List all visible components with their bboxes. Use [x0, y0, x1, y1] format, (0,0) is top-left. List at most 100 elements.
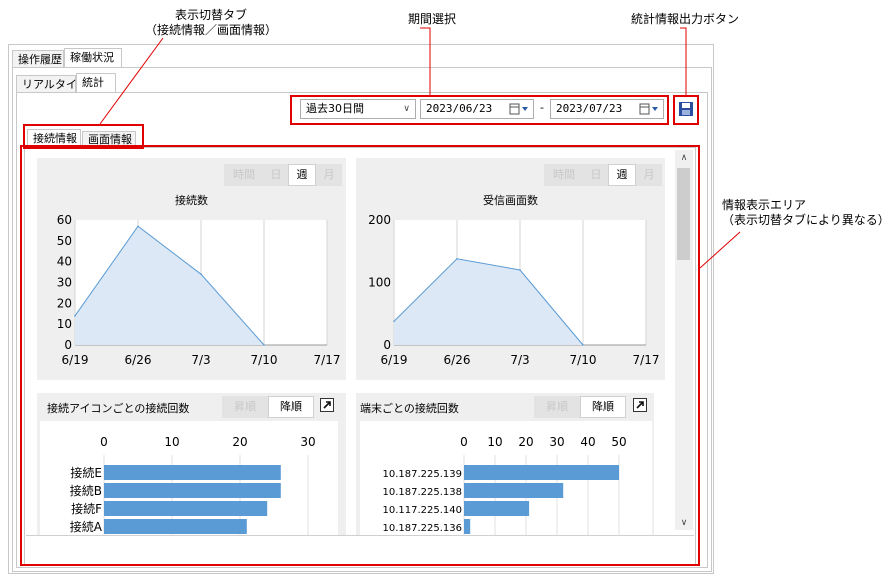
x-tick-label: 7/3 — [191, 353, 210, 367]
y-tick-label: 30 — [57, 276, 72, 290]
scrollbar-thumb[interactable] — [677, 168, 690, 260]
segment-month[interactable]: 月 — [636, 164, 662, 186]
x-tick-label: 40 — [580, 435, 595, 449]
category-label: 接続A — [70, 519, 103, 534]
bar — [104, 465, 281, 480]
data-point — [200, 273, 202, 275]
segment-week[interactable]: 週 — [608, 164, 636, 186]
floppy-disk-icon — [679, 102, 693, 116]
x-tick-label: 6/19 — [381, 353, 408, 367]
segment-week[interactable]: 週 — [288, 164, 316, 186]
x-tick-label: 7/10 — [251, 353, 278, 367]
callout-tab-switch: 表示切替タブ （接続情報／画面情報） — [141, 8, 281, 38]
line-chart-received-screens: 6/19 6/26 7/3 7/10 7/17 0 100 200 — [368, 213, 660, 367]
data-point — [263, 344, 265, 346]
x-tick-label: 30 — [300, 435, 315, 449]
date-to-value: 2023/07/23 — [556, 102, 623, 115]
tab-statistics[interactable]: 統計 — [76, 73, 116, 93]
bar — [104, 501, 268, 516]
x-tick-label: 0 — [460, 435, 468, 449]
x-tick-label: 50 — [611, 435, 626, 449]
calendar-icon[interactable] — [639, 103, 659, 121]
date-from-field[interactable]: 2023/06/23 — [420, 99, 534, 119]
x-tick-label: 10 — [164, 435, 179, 449]
segment-day[interactable]: 日 — [264, 164, 288, 186]
x-tick-label: 10 — [487, 435, 502, 449]
x-tick-label: 6/19 — [62, 353, 89, 367]
y-tick-label: 50 — [57, 234, 72, 248]
x-tick-label: 7/3 — [510, 353, 529, 367]
y-tick-label: 60 — [57, 213, 72, 227]
bar — [464, 483, 564, 498]
chevron-down-icon: ∨ — [403, 104, 410, 114]
callout-stats-output: 統計情報出力ボタン — [630, 12, 739, 26]
category-label: 10.187.225.136 — [382, 523, 462, 534]
y-tick-label: 0 — [383, 338, 391, 352]
callout-tab-switch-line2: （接続情報／画面情報） — [144, 23, 277, 37]
period-select-value: 過去30日間 — [306, 102, 364, 115]
x-tick-label: 0 — [100, 435, 108, 449]
popout-arrow-icon[interactable] — [633, 398, 647, 412]
line-chart-connections: 6/19 6/26 7/3 7/10 7/17 0 10 20 30 40 50 60 — [57, 213, 341, 367]
segment-month[interactable]: 月 — [316, 164, 342, 186]
x-tick-label: 20 — [232, 435, 247, 449]
category-label: 接続F — [71, 501, 102, 516]
x-tick-label: 20 — [518, 435, 533, 449]
segment-hour[interactable]: 時間 — [224, 164, 264, 186]
tab-realtime[interactable]: リアルタイム — [16, 75, 88, 93]
callout-tab-switch-line1: 表示切替タブ — [174, 8, 247, 22]
bar — [104, 519, 247, 534]
x-tick-label: 7/17 — [633, 353, 660, 367]
date-range-dash: - — [540, 101, 544, 114]
segment-ascending[interactable]: 昇順 — [534, 396, 580, 418]
date-from-value: 2023/06/23 — [426, 102, 493, 115]
vertical-scrollbar[interactable]: ∧ ∨ — [675, 150, 693, 530]
x-tick-label: 6/26 — [125, 353, 152, 367]
category-label: 10.117.225.140 — [382, 505, 462, 516]
segment-descending[interactable]: 降順 — [268, 396, 314, 418]
tab-screen-info[interactable]: 画面情報 — [82, 131, 136, 147]
tab-connection-info[interactable]: 接続情報 — [27, 129, 81, 147]
bar — [104, 483, 281, 498]
bar-chart-icon-connections: 0 10 20 30 接続E 接続B 接続F 接続A — [70, 435, 316, 535]
y-tick-label: 40 — [57, 255, 72, 269]
data-point — [519, 269, 521, 271]
data-point — [393, 320, 395, 323]
y-tick-label: 20 — [57, 296, 72, 310]
x-tick-label: 30 — [549, 435, 564, 449]
callout-info-area: 情報表示エリア （表示切替タブにより異なる） — [722, 198, 882, 228]
data-point — [456, 257, 458, 260]
bar-chart-title: 端末ごとの接続回数 — [360, 402, 459, 415]
period-select[interactable]: 過去30日間 ∨ — [300, 99, 416, 119]
bar-chart-terminal-connections: 0 10 20 30 40 50 10.187.225.139 10.187.225.138 1… — [382, 435, 627, 535]
panel-divider — [26, 535, 694, 536]
segment-hour[interactable]: 時間 — [544, 164, 584, 186]
calendar-icon[interactable] — [509, 103, 529, 121]
scroll-up-icon[interactable]: ∧ — [675, 150, 693, 166]
y-tick-label: 200 — [368, 213, 391, 227]
stats-export-button[interactable] — [677, 100, 695, 118]
tab-operation-history[interactable]: 操作履歴 — [12, 50, 64, 68]
x-tick-label: 7/17 — [314, 353, 341, 367]
bar — [464, 519, 471, 534]
callout-info-area-line2: （表示切替タブにより異なる） — [722, 213, 882, 227]
segment-day[interactable]: 日 — [584, 164, 608, 186]
tab-operating-status[interactable]: 稼働状況 — [64, 48, 122, 68]
bar — [464, 501, 530, 516]
data-point — [137, 225, 139, 228]
popout-arrow-icon[interactable] — [320, 398, 334, 412]
bar-chart-title: 接続アイコンごとの接続回数 — [47, 402, 190, 415]
y-tick-label: 10 — [57, 317, 72, 331]
date-to-field[interactable]: 2023/07/23 — [550, 99, 664, 119]
category-label: 10.187.225.138 — [382, 487, 462, 498]
x-tick-label: 7/10 — [570, 353, 597, 367]
scroll-down-icon[interactable]: ∨ — [675, 516, 693, 530]
category-label: 接続B — [70, 483, 102, 498]
segment-ascending[interactable]: 昇順 — [222, 396, 268, 418]
x-tick-label: 6/26 — [444, 353, 471, 367]
data-point — [74, 315, 76, 317]
segment-descending[interactable]: 降順 — [580, 396, 626, 418]
y-tick-label: 100 — [368, 276, 391, 290]
bar — [464, 465, 619, 480]
category-label: 接続E — [70, 465, 102, 480]
